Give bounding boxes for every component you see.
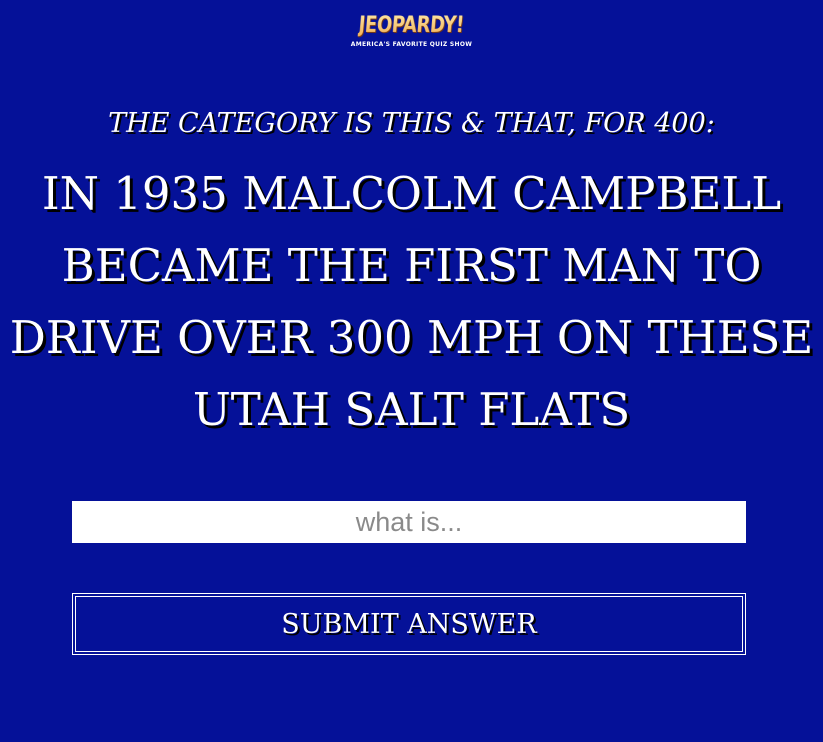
answer-input[interactable] [72, 501, 746, 543]
clue-text: IN 1935 MALCOLM CAMPBELL BECAME THE FIRS… [9, 167, 814, 436]
category-heading: THE CATEGORY IS THIS & THAT, FOR 400: [108, 108, 715, 139]
logo-tagline: AMERICA'S FAVORITE QUIZ SHOW [350, 41, 473, 48]
logo-wordmark: JEOPARDY! [357, 13, 466, 38]
jeopardy-logo: JEOPARDY! AMERICA'S FAVORITE QUIZ SHOW [0, 12, 823, 48]
submit-answer-button[interactable]: SUBMIT ANSWER [72, 593, 746, 655]
